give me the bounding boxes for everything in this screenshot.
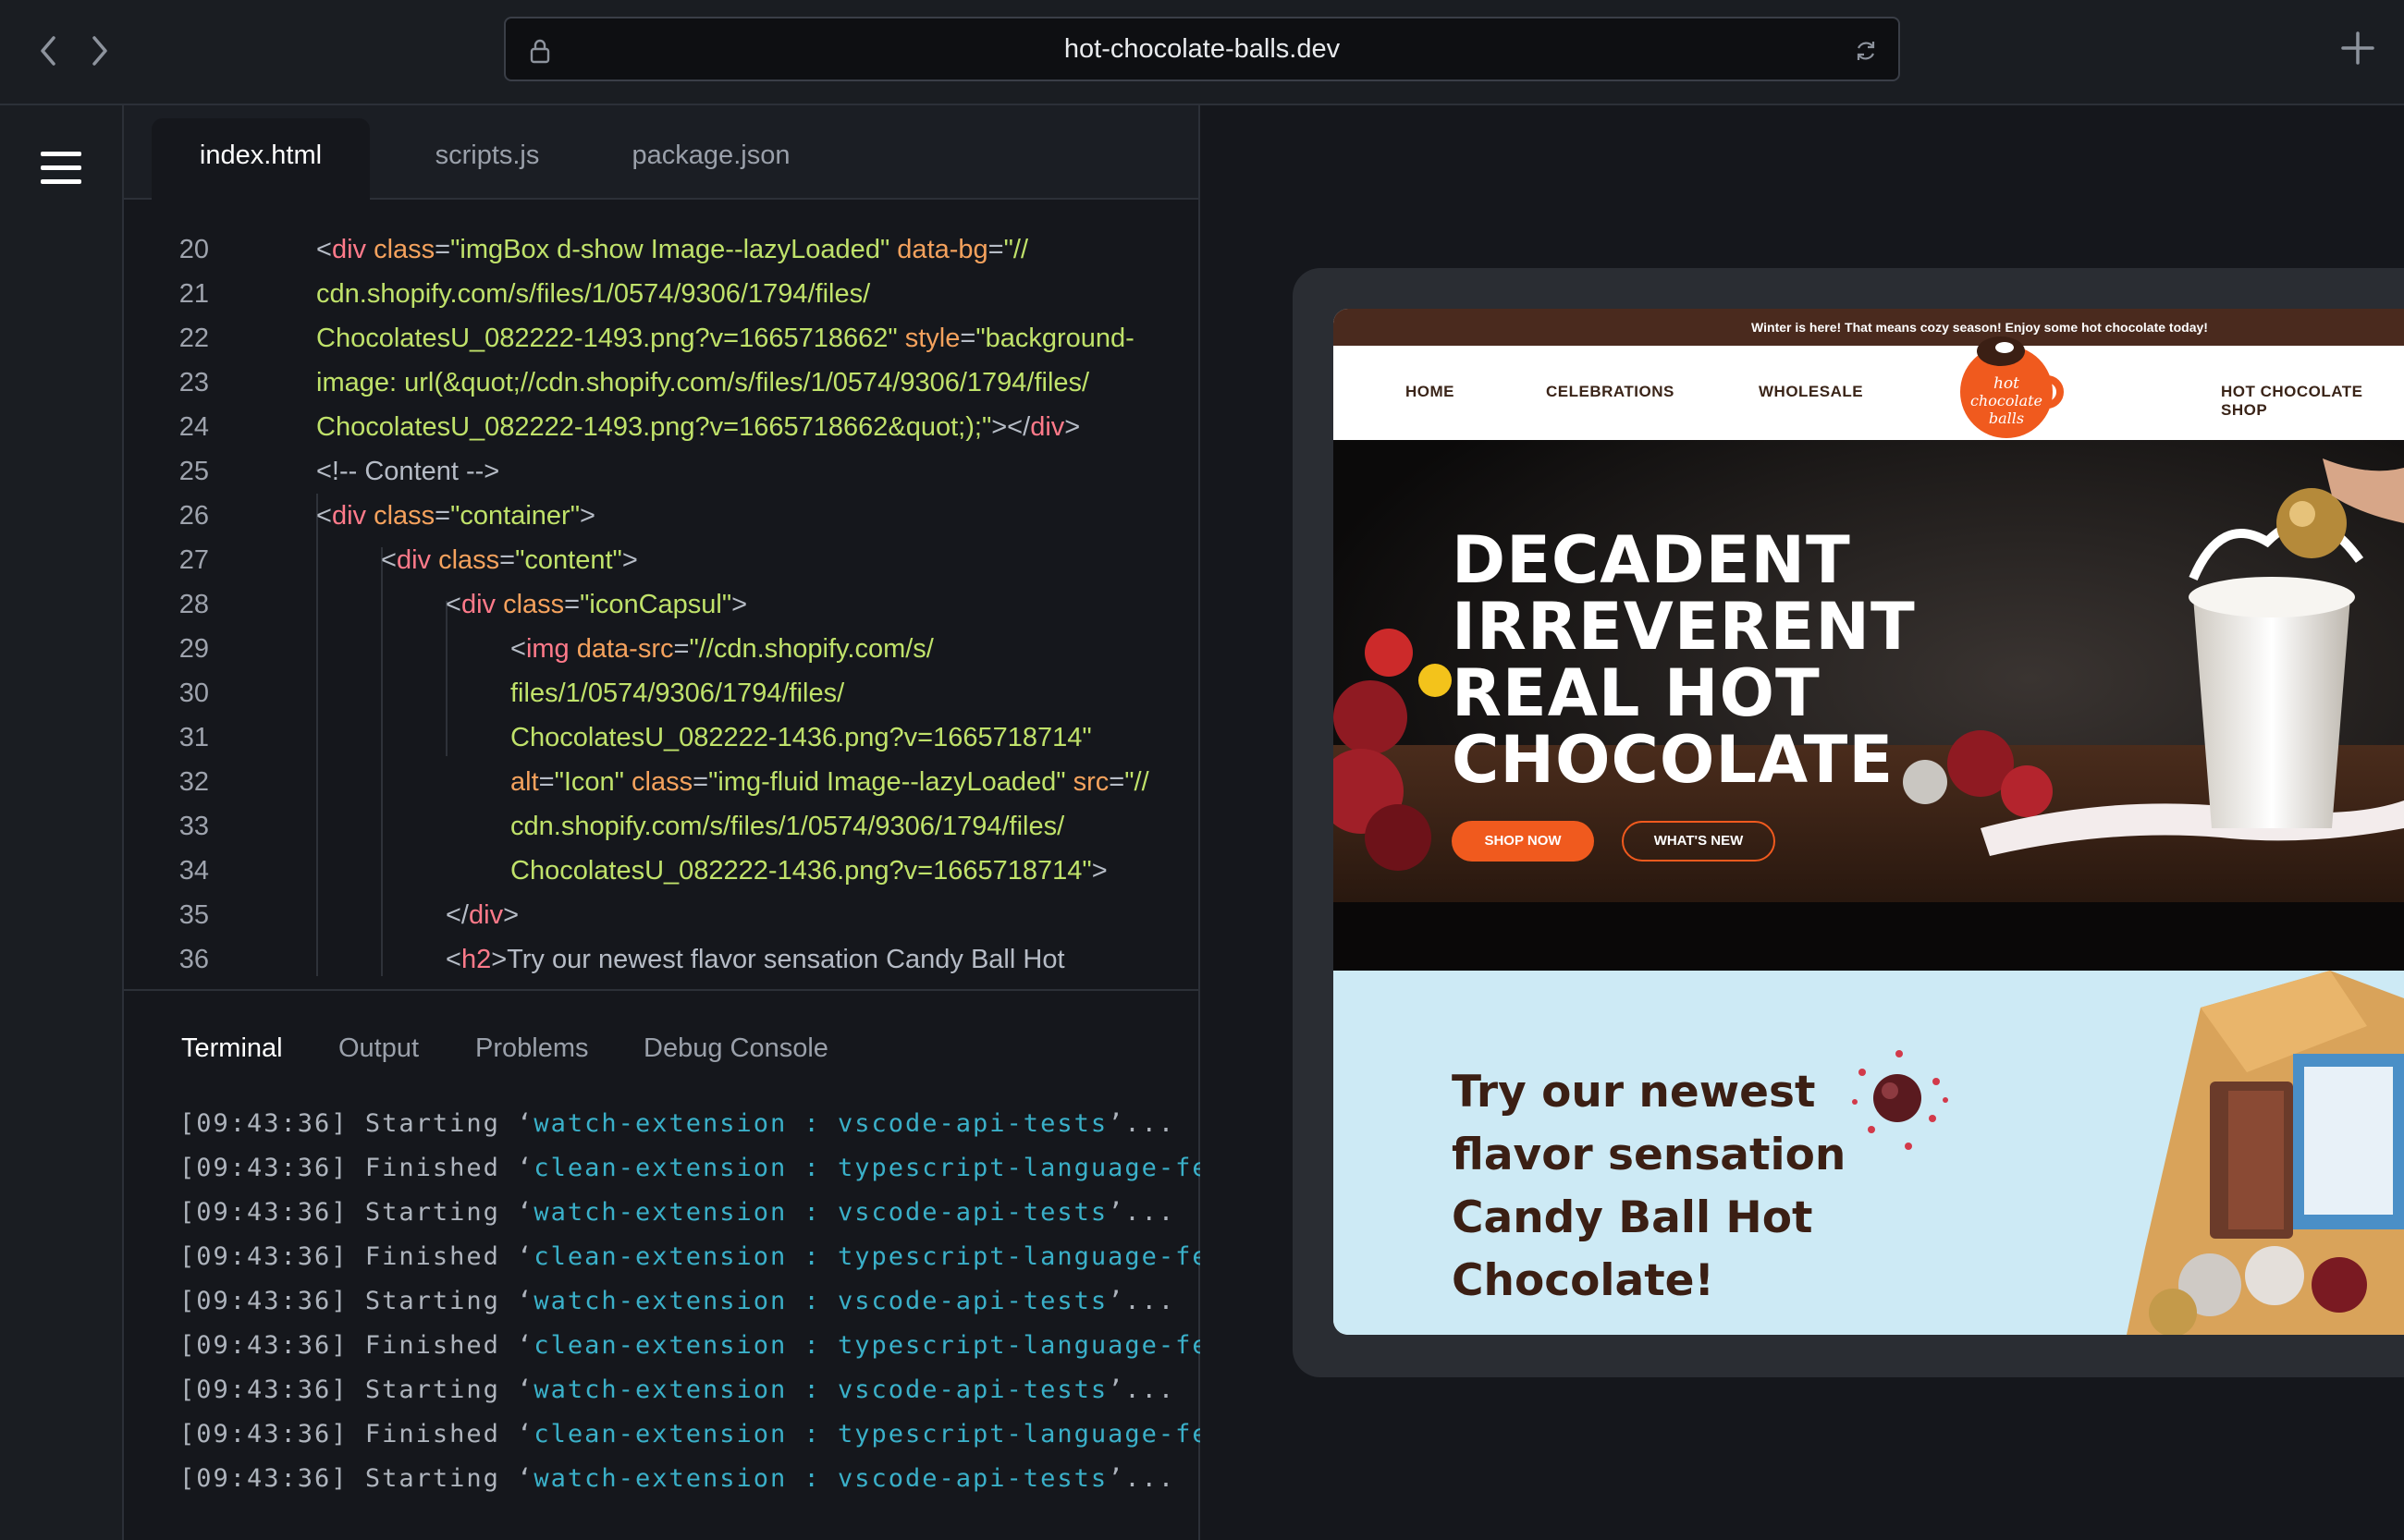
site-nav: HOME CELEBRATIONS WHOLESALE HOT CHOCOLAT… [1333,346,2404,440]
nav-hot-chocolate-shop[interactable]: HOT CHOCOLATE SHOP [2221,383,2404,420]
line-number: 27 [178,545,209,575]
plus-icon[interactable] [2337,28,2378,68]
line-number: 29 [178,634,209,664]
forward-button[interactable] [80,28,120,74]
brand-logo[interactable]: hot chocolate balls [1944,318,2073,447]
reload-icon[interactable] [1852,37,1880,65]
line-number: 34 [178,856,209,886]
line-number: 23 [178,368,209,397]
line-number: 24 [178,412,209,442]
terminal-line: [09:43:36] Starting ‘watch-extension : v… [179,1109,1176,1138]
tab-index-html[interactable]: index.html [152,118,370,200]
tab-package-json[interactable]: package.json [595,118,827,200]
indent-guide [316,494,318,976]
line-number: 33 [178,812,209,841]
nav-wholesale[interactable]: WHOLESALE [1759,383,1863,401]
url-text: hot-chocolate-balls.dev [1063,34,1341,64]
terminal-line: [09:43:36] Starting ‘watch-extension : v… [179,1198,1176,1227]
code-comment: <!-- Content --> [316,457,500,486]
code-text: ChocolatesU_082222-1493.png?v=1665718662… [316,412,1081,442]
code-text: <h2>Try our newest flavor sensation Cand… [446,945,1065,974]
code-text: ChocolatesU_082222-1493.png?v=1665718662… [316,324,1135,353]
logo-text: hot [1993,374,2019,393]
code-text: <div class="container"> [316,501,595,531]
code-text: alt="Icon" class="img-fluid Image--lazyL… [510,767,1149,797]
terminal-line: [09:43:36] Finished ‘clean-extension : t… [179,1154,1244,1182]
back-button[interactable] [28,28,68,74]
activity-bar [0,105,124,1540]
line-number: 32 [178,767,209,797]
nav-home[interactable]: HOME [1405,383,1454,401]
code-text: <div class="imgBox d-show Image--lazyLoa… [316,235,1029,264]
logo-text: chocolate [1970,392,2042,409]
code-text: <div class="content"> [381,545,638,575]
promo-heading: Try our newest flavor sensation Candy Ba… [1452,1067,1846,1306]
hero-banner: DECADENT IRREVERENT REAL HOT CHOCOLATE S… [1333,440,2404,971]
terminal-line: [09:43:36] Finished ‘clean-extension : t… [179,1420,1244,1448]
editor-tabs: index.html scripts.js package.json [124,105,1198,200]
candy-ball-graphic [1852,1050,1948,1150]
terminal-line: [09:43:36] Starting ‘watch-extension : v… [179,1375,1176,1404]
chevron-right-icon [92,36,107,66]
code-text: cdn.shopify.com/s/files/1/0574/9306/1794… [316,279,871,309]
tab-problems[interactable]: Problems [475,1033,589,1064]
code-editor: index.html scripts.js package.json 20 <d… [124,105,1200,989]
tab-terminal[interactable]: Terminal [181,1033,283,1064]
browser-toolbar: hot-chocolate-balls.dev [0,0,2404,105]
code-area[interactable]: 20 <div class="imgBox d-show Image--lazy… [124,227,1198,976]
whats-new-button[interactable]: WHAT'S NEW [1622,821,1775,862]
indent-guide [381,547,383,976]
code-text: cdn.shopify.com/s/files/1/0574/9306/1794… [510,812,1065,841]
code-text: ChocolatesU_082222-1436.png?v=1665718714… [510,723,1092,752]
line-number: 26 [178,501,209,531]
website-preview[interactable]: Winter is here! That means cozy season! … [1333,309,2404,1335]
hero-title: DECADENT IRREVERENT REAL HOT CHOCOLATE [1452,522,1916,798]
address-bar[interactable]: hot-chocolate-balls.dev [504,17,1900,81]
gift-box-image [2127,971,2404,1335]
code-text: </div> [446,900,520,930]
line-number: 36 [178,945,209,974]
menu-icon[interactable] [39,148,83,189]
code-text: ChocolatesU_082222-1436.png?v=1665718714… [510,856,1108,886]
code-text: <div class="iconCapsul"> [446,590,748,619]
terminal-line: [09:43:36] Finished ‘clean-extension : t… [179,1331,1244,1360]
line-number: 31 [178,723,209,752]
chevron-left-icon [41,36,55,66]
line-number: 22 [178,324,209,353]
line-number: 35 [178,900,209,930]
shop-now-button[interactable]: SHOP NOW [1452,821,1594,862]
bottom-panel: Terminal Output Problems Debug Console [… [124,989,1241,1540]
line-number: 21 [178,279,209,309]
announcement-bar: Winter is here! That means cozy season! … [1333,309,2404,346]
terminal-line: [09:43:36] Starting ‘watch-extension : v… [179,1287,1176,1315]
line-number: 20 [178,235,209,264]
tab-scripts-js[interactable]: scripts.js [381,118,594,200]
logo-text: balls [1989,409,2024,427]
line-number: 25 [178,457,209,486]
line-number: 30 [178,678,209,708]
tab-debug-console[interactable]: Debug Console [644,1033,828,1064]
code-text: <img data-src="//cdn.shopify.com/s/ [510,634,934,664]
terminal-line: [09:43:36] Starting ‘watch-extension : v… [179,1464,1176,1493]
promo-section: Try our newest flavor sensation Candy Ba… [1333,971,2404,1335]
code-text: files/1/0574/9306/1794/files/ [510,678,845,708]
tab-output[interactable]: Output [338,1033,419,1064]
nav-celebrations[interactable]: CELEBRATIONS [1546,383,1674,401]
line-number: 28 [178,590,209,619]
terminal-line: [09:43:36] Finished ‘clean-extension : t… [179,1242,1244,1271]
code-text: image: url(&quot;//cdn.shopify.com/s/fil… [316,368,1090,397]
